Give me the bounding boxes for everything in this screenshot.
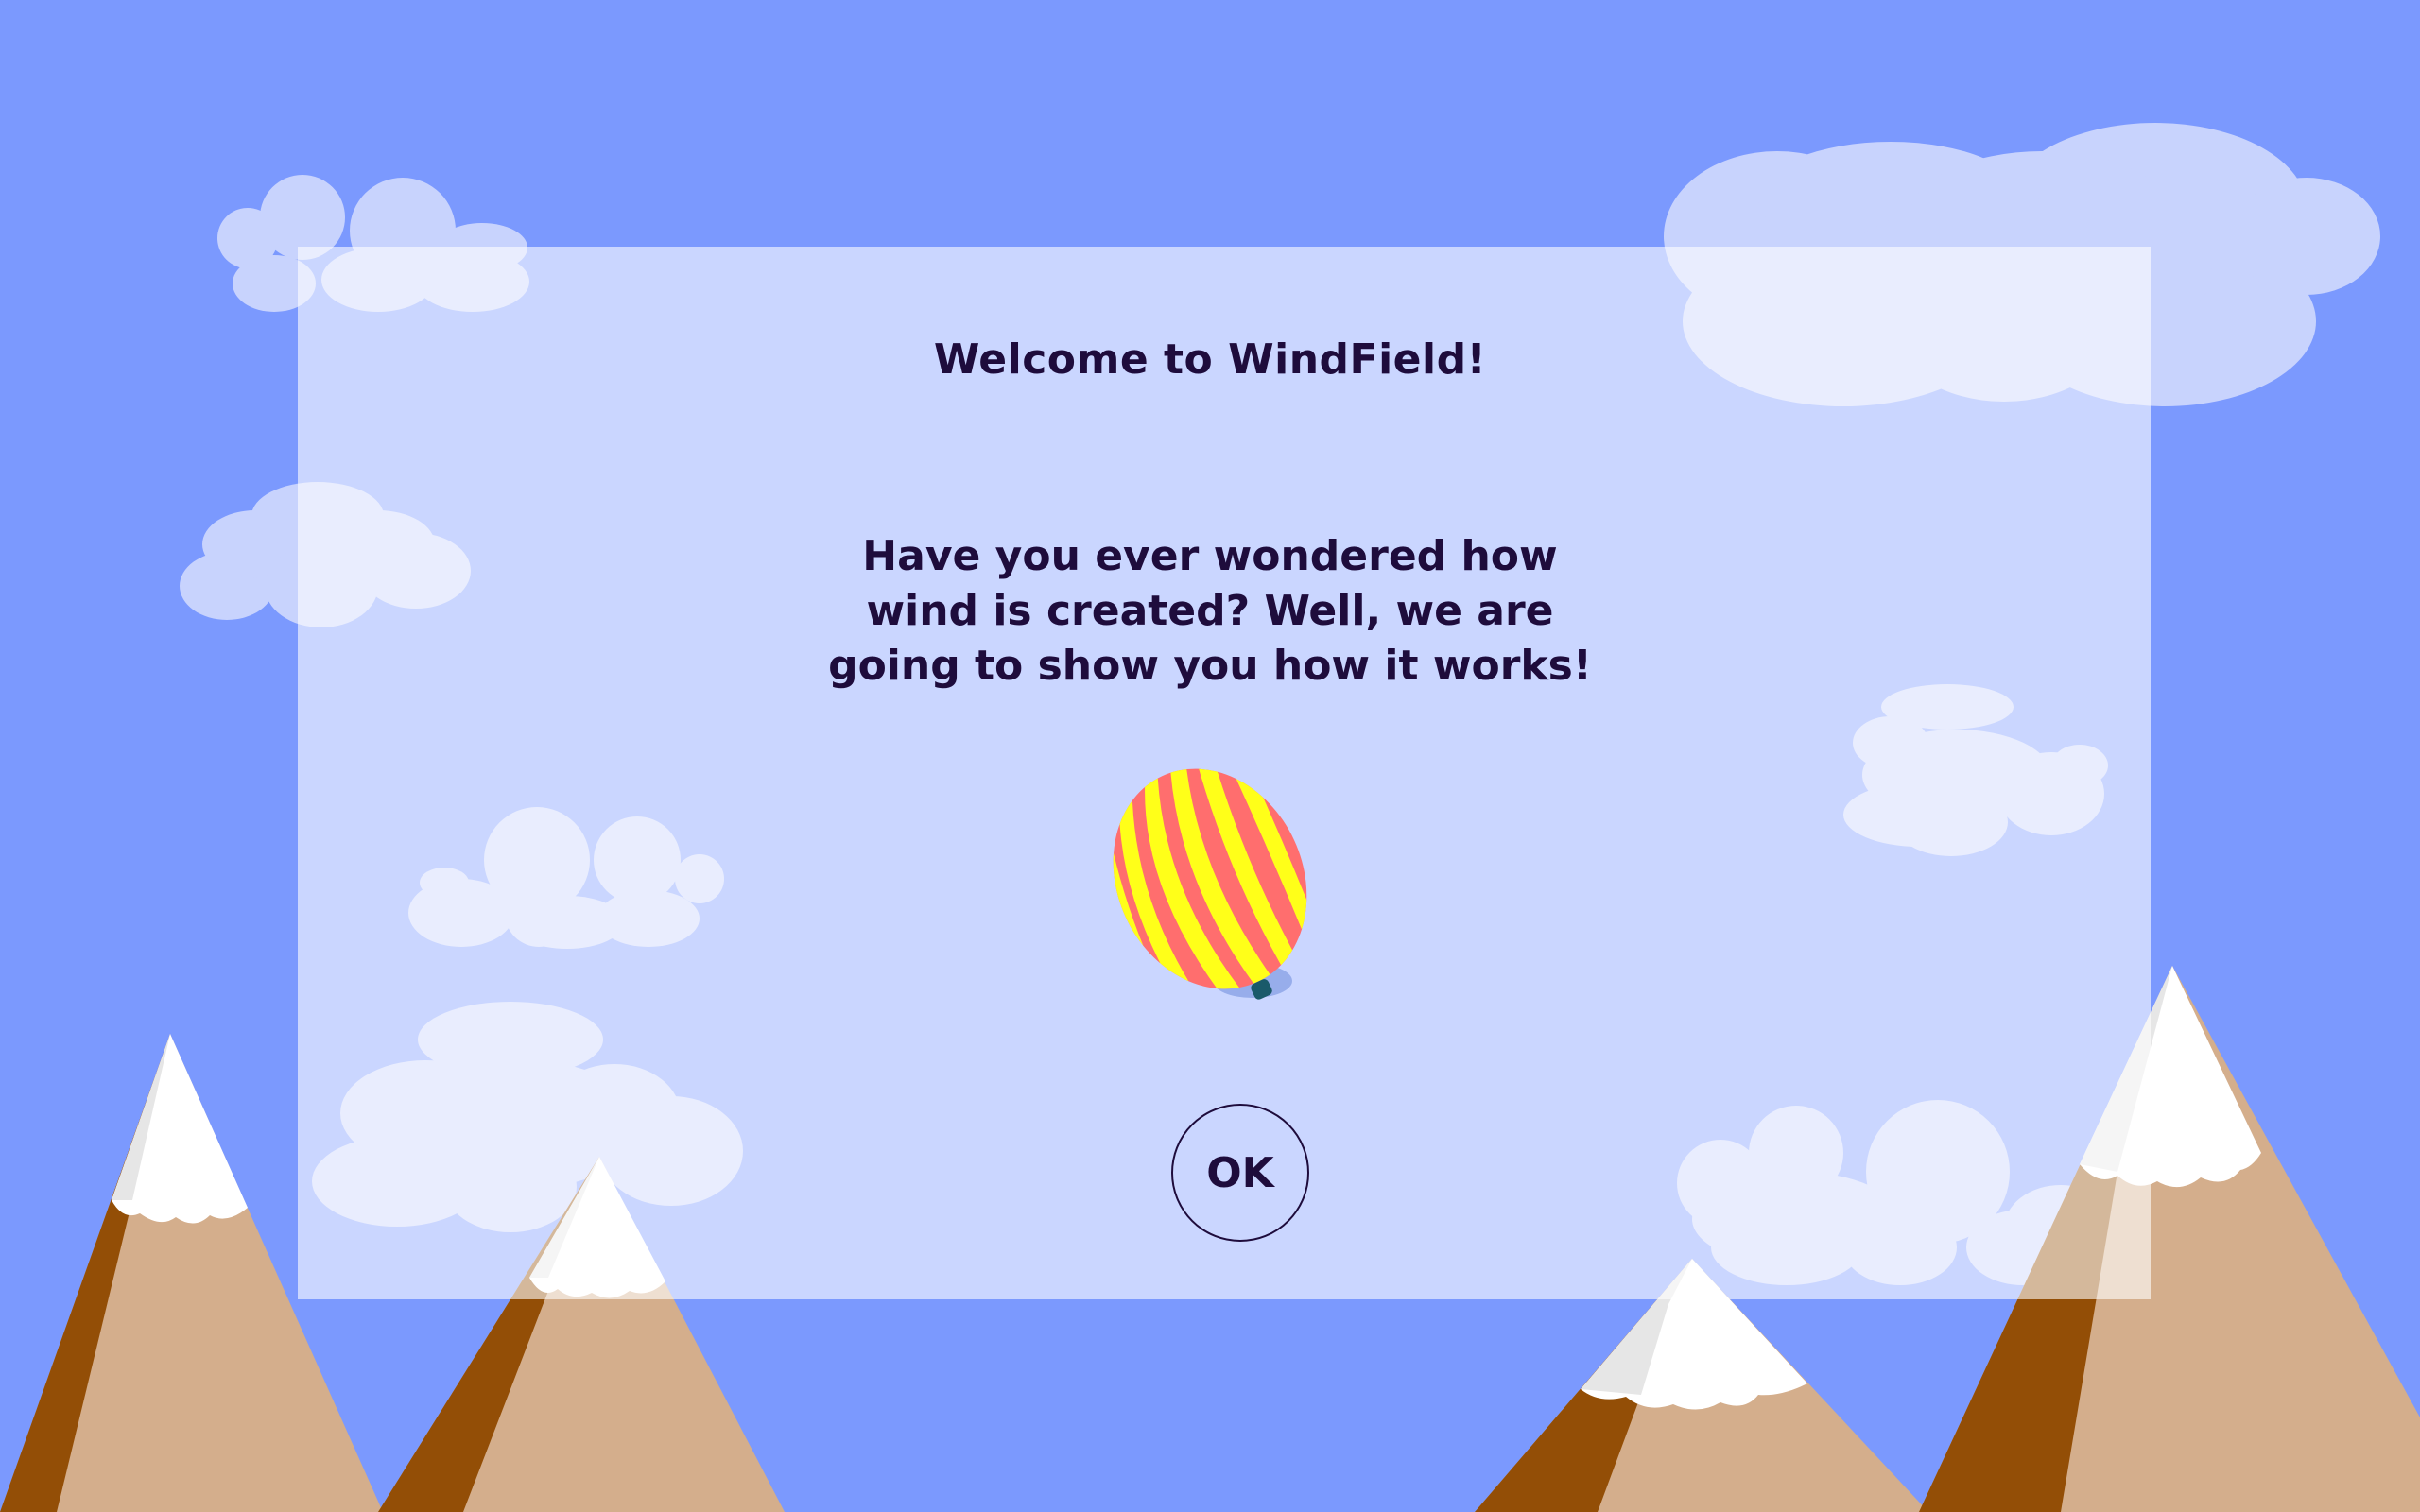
dialog-title: Welcome to WindField! [933,335,1487,384]
hot-air-balloon-icon [1106,765,1314,1011]
ok-button[interactable]: OK [1171,1104,1309,1242]
dialog-message: Have you ever wondered how wind is creat… [828,532,1592,690]
